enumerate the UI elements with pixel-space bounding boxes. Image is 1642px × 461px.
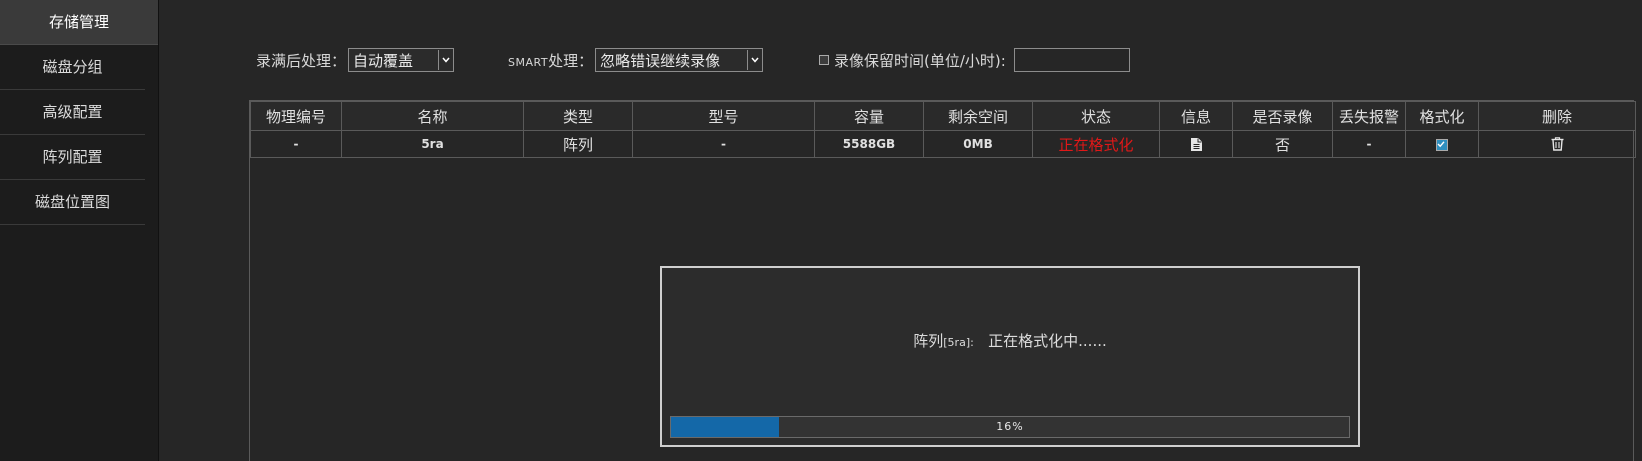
cell-capacity: 5588GB: [814, 130, 924, 158]
format-progress-dialog: 阵列[5ra]: 正在格式化中...... 16%: [660, 266, 1360, 447]
sidebar-item-disk-group[interactable]: 磁盘分组: [0, 45, 145, 90]
smart-label-suffix: 处理：: [548, 51, 594, 70]
dialog-array-tag: [5ra]:: [943, 336, 974, 349]
full-handling-select[interactable]: 自动覆盖: [348, 48, 455, 72]
retention-group: 录像保留时间(单位/小时):: [819, 48, 1130, 72]
format-progress-bar: 16%: [670, 416, 1350, 438]
sidebar-item-array-config[interactable]: 阵列配置: [0, 135, 145, 180]
sidebar-item-storage-management[interactable]: 存储管理: [0, 0, 158, 45]
smart-label-prefix: SMART: [508, 55, 549, 69]
dialog-prefix: 阵列: [913, 332, 944, 350]
column-header-type[interactable]: 类型: [523, 101, 633, 131]
format-checkbox[interactable]: [1436, 138, 1448, 151]
cell-free-space: 0MB: [923, 130, 1033, 158]
chevron-down-icon: [438, 50, 453, 70]
trash-icon[interactable]: [1551, 137, 1564, 151]
sidebar-item-disk-location-map[interactable]: 磁盘位置图: [0, 180, 145, 225]
cell-info: [1159, 130, 1233, 158]
smart-handling-value: 忽略错误继续录像: [600, 51, 721, 70]
column-header-recording[interactable]: 是否录像: [1232, 101, 1333, 131]
smart-handling-select[interactable]: 忽略错误继续录像: [595, 48, 764, 72]
smart-handling-group: SMART处理： 忽略错误继续录像: [508, 48, 764, 72]
full-handling-group: 录满后处理： 自动覆盖: [256, 48, 455, 72]
dialog-status-text: 正在格式化中......: [988, 332, 1107, 350]
column-header-info[interactable]: 信息: [1159, 101, 1233, 131]
progress-percent-label: 16%: [996, 420, 1024, 433]
cell-model: -: [632, 130, 815, 158]
cell-name: 5ra: [341, 130, 524, 158]
cell-loss-alarm: -: [1332, 130, 1406, 158]
column-header-free-space[interactable]: 剩余空间: [923, 101, 1033, 131]
sidebar: 存储管理 磁盘分组 高级配置 阵列配置 磁盘位置图: [0, 0, 159, 461]
retention-label: 录像保留时间(单位/小时):: [834, 51, 1006, 70]
cell-status: 正在格式化: [1032, 130, 1160, 158]
document-icon[interactable]: [1190, 137, 1202, 151]
dialog-message: 阵列[5ra]: 正在格式化中......: [662, 330, 1358, 351]
cell-format: [1405, 130, 1479, 158]
column-header-physical-id[interactable]: 物理编号: [250, 101, 342, 131]
retention-hours-input[interactable]: [1013, 48, 1130, 72]
cell-delete: [1478, 130, 1636, 158]
table-header-row: 物理编号 名称 类型 型号 容量 剩余空间 状态 信息 是否录像 丢失报警 格式…: [250, 101, 1636, 131]
column-header-model[interactable]: 型号: [632, 101, 815, 131]
cell-physical-id: -: [250, 130, 342, 158]
main-panel: 录满后处理： 自动覆盖 SMART处理： 忽略错误继续录像 录像保留时间(单位/…: [159, 0, 1642, 461]
column-header-capacity[interactable]: 容量: [814, 101, 924, 131]
table-row[interactable]: - 5ra 阵列 - 5588GB 0MB 正在格式化 否 -: [250, 130, 1636, 158]
smart-handling-label: SMART处理：: [508, 50, 593, 71]
column-header-loss-alarm[interactable]: 丢失报警: [1332, 101, 1406, 131]
column-header-format[interactable]: 格式化: [1405, 101, 1479, 131]
full-handling-label: 录满后处理：: [256, 51, 347, 70]
disk-table: 物理编号 名称 类型 型号 容量 剩余空间 状态 信息 是否录像 丢失报警 格式…: [250, 101, 1636, 158]
full-handling-value: 自动覆盖: [353, 51, 414, 70]
column-header-name[interactable]: 名称: [341, 101, 524, 131]
retention-checkbox[interactable]: [819, 55, 829, 65]
column-header-delete[interactable]: 删除: [1478, 101, 1636, 131]
sidebar-item-advanced-config[interactable]: 高级配置: [0, 90, 145, 135]
chevron-down-icon: [747, 50, 762, 70]
column-header-status[interactable]: 状态: [1032, 101, 1160, 131]
cell-recording: 否: [1232, 130, 1333, 158]
cell-type: 阵列: [523, 130, 633, 158]
